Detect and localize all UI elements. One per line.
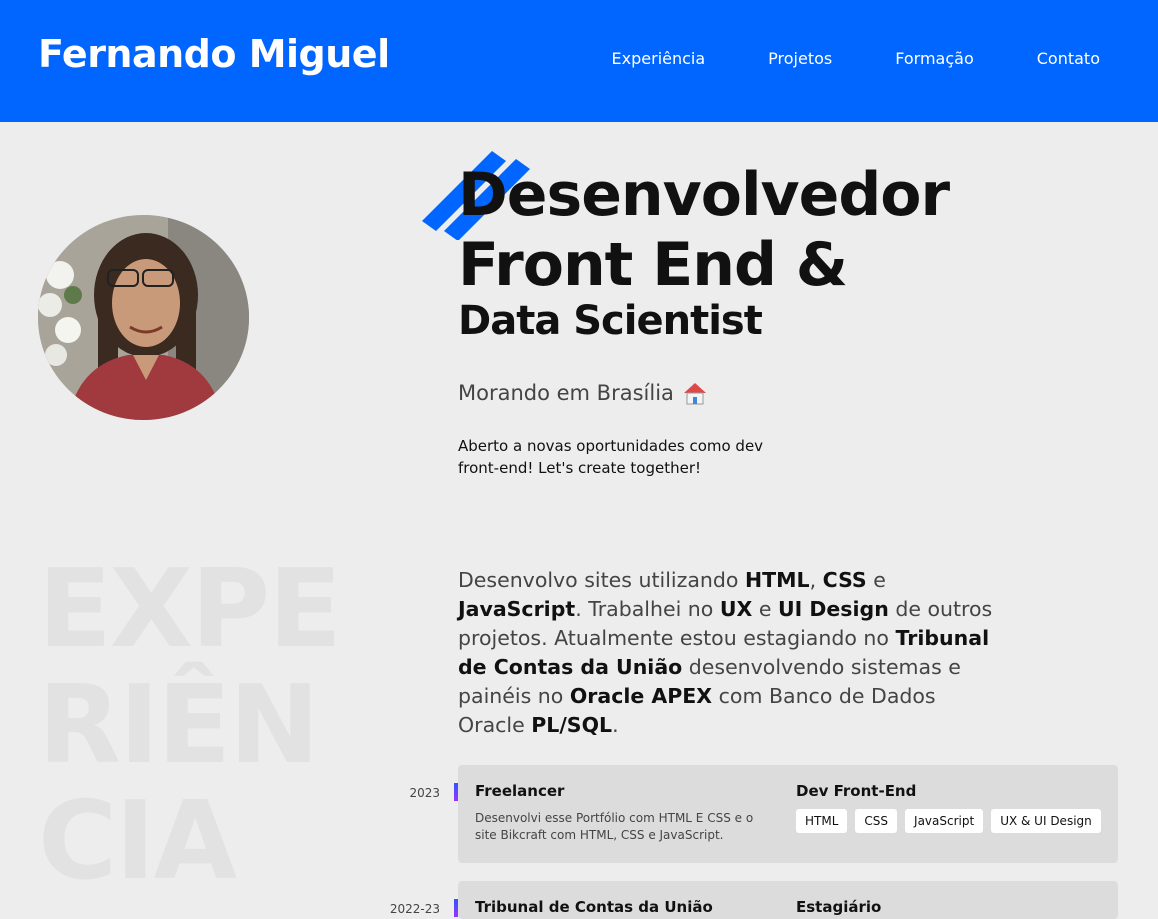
summary-text: . [612,713,619,737]
hero-title: Desenvolvedor Front End & Data Scientist [458,160,950,348]
summary-highlight: JavaScript [458,597,576,621]
nav-link-experiencia[interactable]: Experiência [612,49,706,68]
tag-css: CSS [855,809,898,833]
site-logo[interactable]: Fernando Miguel [38,32,390,76]
timeline-company: Freelancer [475,782,565,800]
location-text: Morando em Brasília [458,381,674,405]
nav-link-projetos[interactable]: Projetos [768,49,832,68]
availability-text: Aberto a novas oportunidades como dev fr… [458,437,764,477]
timeline-item-freelancer: Freelancer Desenvolvi esse Portfólio com… [458,765,1118,863]
summary-highlight: Oracle APEX [569,684,713,708]
summary-highlight: HTML [744,568,810,592]
tag-ux-ui-design: UX & UI Design [991,809,1101,833]
timeline-year: 2022-23 [389,902,440,916]
timeline-year: 2023 [409,786,440,800]
summary-highlight: CSS [822,568,867,592]
timeline-description: Desenvolvi esse Portfólio com HTML E CSS… [475,811,754,842]
timeline-role: Dev Front-End [796,782,917,800]
summary-text: , [809,568,823,592]
hero-title-line2: Front End & [458,230,848,300]
timeline-tags: HTML CSS JavaScript UX & UI Design [796,809,1101,833]
hero-title-line1: Desenvolvedor [458,160,950,230]
experience-section-watermark: EXPE RIÊN CIA [38,547,342,904]
house-icon [682,381,708,405]
timeline-item-tcu: Tribunal de Contas da União Estagiário [458,881,1118,919]
profile-avatar [38,215,249,420]
summary-text: . Trabalhei no [575,597,720,621]
summary-text: e [752,597,778,621]
watermark-line3: CIA [38,779,237,904]
hero-title-line3: Data Scientist [458,298,763,344]
summary-highlight: PL/SQL [531,713,613,737]
tag-javascript: JavaScript [905,809,984,833]
summary-text: e [866,568,886,592]
timeline-role: Estagiário [796,898,882,916]
watermark-line1: EXPE [38,547,342,672]
tag-html: HTML [796,809,848,833]
profile-photo [38,215,249,420]
experience-summary: Desenvolvo sites utilizando HTML, CSS e … [458,566,998,740]
watermark-line2: RIÊN [38,663,320,788]
main-nav: Experiência Projetos Formação Contato [612,49,1100,68]
summary-text: Desenvolvo sites utilizando [458,568,745,592]
location: Morando em Brasília [458,381,708,405]
timeline-company: Tribunal de Contas da União [475,898,713,916]
summary-highlight: UI Design [777,597,889,621]
nav-link-contato[interactable]: Contato [1037,49,1100,68]
site-header: Fernando Miguel Experiência Projetos For… [0,0,1158,122]
summary-highlight: UX [719,597,753,621]
nav-link-formacao[interactable]: Formação [895,49,974,68]
